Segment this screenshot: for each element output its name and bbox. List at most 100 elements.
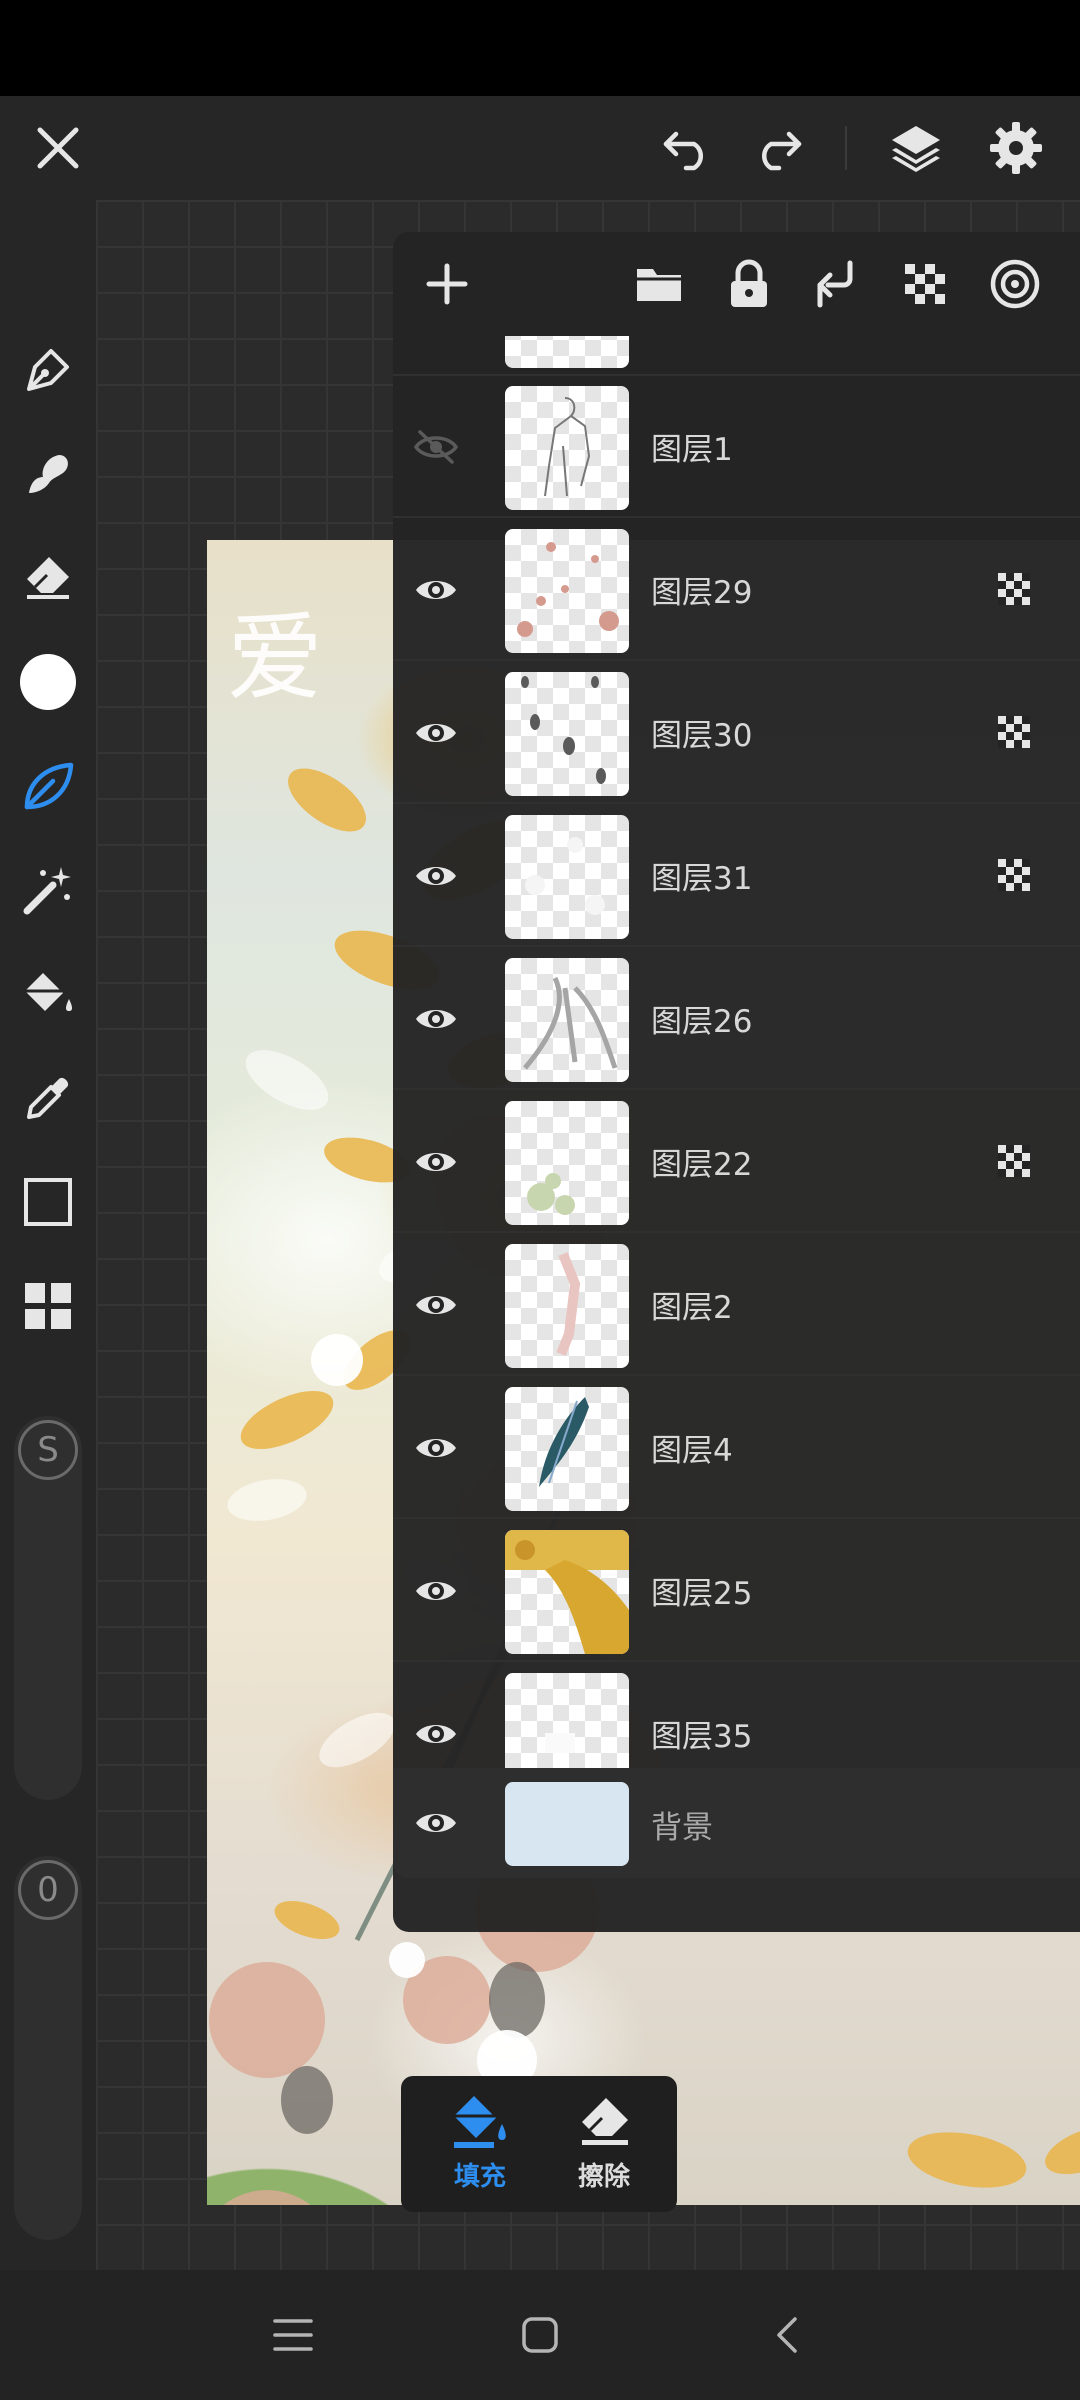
brush-size-knob[interactable]: S (18, 1420, 78, 1480)
redo-button[interactable] (741, 112, 813, 184)
lock-layer-button[interactable] (717, 252, 781, 316)
menu-icon (273, 2319, 313, 2351)
layer-thumbnail (505, 672, 629, 796)
eye-icon (416, 581, 456, 599)
layer-visibility-toggle[interactable] (393, 412, 479, 482)
smudge-tool[interactable] (14, 440, 82, 508)
layer-name: 图层25 (651, 1576, 753, 1612)
layer-name: 图层30 (651, 718, 753, 754)
fill-erase-toggle: 填充 擦除 (401, 2076, 677, 2212)
layer-row[interactable]: 图层30 (393, 662, 1080, 804)
color-swatch[interactable] (14, 648, 82, 716)
eye-icon (416, 1814, 456, 1832)
erase-mode-button[interactable]: 擦除 (549, 2090, 659, 2202)
back-icon (777, 2317, 797, 2353)
tool-rail: S 0 (0, 200, 96, 2270)
layer-visibility-toggle[interactable] (393, 841, 479, 911)
layer-thumbnail (505, 1244, 629, 1368)
magic-wand-tool[interactable] (14, 856, 82, 924)
layers-panel-header (393, 232, 1080, 336)
grid-tools-icon (25, 1283, 71, 1329)
plus-icon (426, 263, 468, 305)
background-layer-row[interactable]: 背景 (393, 1768, 1080, 1878)
close-button[interactable] (22, 112, 94, 184)
layer-name: 图层31 (651, 861, 753, 897)
layer-visibility-toggle[interactable] (393, 698, 479, 768)
opacity-knob[interactable]: 0 (18, 1860, 78, 1920)
layer-row-partial[interactable] (393, 336, 1080, 376)
settings-button[interactable] (980, 112, 1052, 184)
lock-icon (731, 259, 767, 307)
eye-icon (416, 1439, 456, 1457)
layer-row[interactable]: 图层25 (393, 1520, 1080, 1662)
layer-row[interactable]: 图层26 (393, 948, 1080, 1090)
layer-name: 图层1 (651, 432, 733, 468)
eraser-tool[interactable] (14, 544, 82, 612)
undo-icon (663, 131, 704, 171)
layer-name: 图层4 (651, 1433, 733, 1469)
alpha-lock-indicator-icon (996, 571, 1032, 607)
clipping-mask-button[interactable] (983, 252, 1047, 316)
layer-row[interactable]: 图层31 (393, 805, 1080, 947)
fill-bucket-tool[interactable] (14, 960, 82, 1028)
eye-hidden-icon (414, 430, 458, 464)
layer-visibility-toggle[interactable] (393, 1127, 479, 1197)
layer-name: 图层35 (651, 1719, 753, 1755)
layer-row[interactable]: 图层4 (393, 1377, 1080, 1519)
layer-row[interactable]: 图层22 (393, 1091, 1080, 1233)
eyedropper-tool[interactable] (14, 1064, 82, 1132)
layers-list[interactable]: 图层1 图层29 图层30 图层31 图层26 图层22 图层2 图层4 图层25 图层35 背景 (393, 336, 1080, 1932)
eye-icon (416, 1725, 456, 1743)
grid-tools-button[interactable] (14, 1272, 82, 1340)
home-icon (522, 2317, 558, 2353)
layer-name: 图层26 (651, 1004, 753, 1040)
layer-visibility-toggle[interactable] (393, 555, 479, 625)
layer-visibility-toggle[interactable] (393, 1413, 479, 1483)
layer-visibility-toggle[interactable] (393, 1699, 479, 1769)
layer-row[interactable]: 图层29 (393, 519, 1080, 661)
fill-mode-button[interactable]: 填充 (425, 2090, 535, 2202)
background-color-thumbnail (505, 1782, 629, 1866)
group-layers-button[interactable] (627, 252, 691, 316)
eraser-icon (582, 2098, 628, 2145)
eye-icon (416, 1296, 456, 1314)
gear-icon (990, 122, 1042, 174)
target-icon (990, 259, 1040, 309)
redo-icon (761, 131, 802, 171)
recent-apps-button[interactable] (258, 2300, 328, 2370)
merge-down-button[interactable] (805, 252, 869, 316)
alpha-lock-indicator-icon (996, 1143, 1032, 1179)
layers-button[interactable] (880, 112, 952, 184)
layers-icon (892, 126, 940, 172)
eye-icon (416, 867, 456, 885)
system-nav-bar (0, 2270, 1080, 2400)
alpha-lock-indicator-icon (996, 857, 1032, 893)
layer-name: 图层2 (651, 1290, 733, 1326)
current-color-circle (20, 654, 76, 710)
undo-button[interactable] (652, 112, 724, 184)
add-layer-button[interactable] (415, 252, 479, 316)
eyedropper-icon (27, 1077, 69, 1119)
layer-row[interactable]: 图层1 (393, 376, 1080, 518)
layer-visibility-toggle[interactable] (393, 984, 479, 1054)
leaf-brush-tool[interactable] (14, 752, 82, 820)
background-visibility-toggle[interactable] (393, 1788, 479, 1858)
brush-size-slider[interactable]: S (14, 1416, 82, 1800)
pen-tool[interactable] (14, 336, 82, 404)
fill-bucket-icon (452, 2096, 506, 2148)
layer-visibility-toggle[interactable] (393, 1556, 479, 1626)
rectangle-select-tool[interactable] (14, 1168, 82, 1236)
alpha-lock-button[interactable] (893, 252, 957, 316)
fill-mode-label: 填充 (453, 2162, 506, 2192)
layer-row[interactable]: 图层2 (393, 1234, 1080, 1376)
erase-mode-label: 擦除 (577, 2162, 630, 2192)
magic-wand-icon (23, 867, 71, 915)
back-button[interactable] (752, 2300, 822, 2370)
layers-panel: 图层1 图层29 图层30 图层31 图层26 图层22 图层2 图层4 图层25 图层35 背景 (393, 232, 1080, 1932)
home-button[interactable] (505, 2300, 575, 2370)
layer-thumbnail (505, 815, 629, 939)
opacity-slider[interactable]: 0 (14, 1856, 82, 2240)
layer-thumbnail (505, 1387, 629, 1511)
layer-visibility-toggle[interactable] (393, 1270, 479, 1340)
leaf-brush-icon (24, 762, 74, 810)
